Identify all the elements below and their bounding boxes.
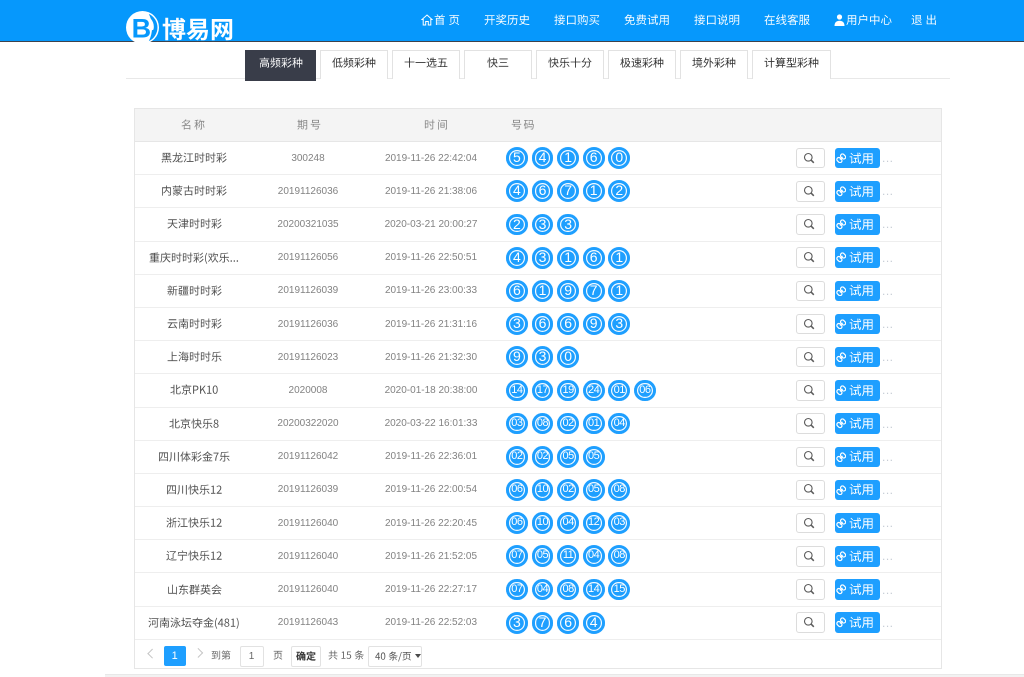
svg-text:B: B	[132, 14, 152, 44]
